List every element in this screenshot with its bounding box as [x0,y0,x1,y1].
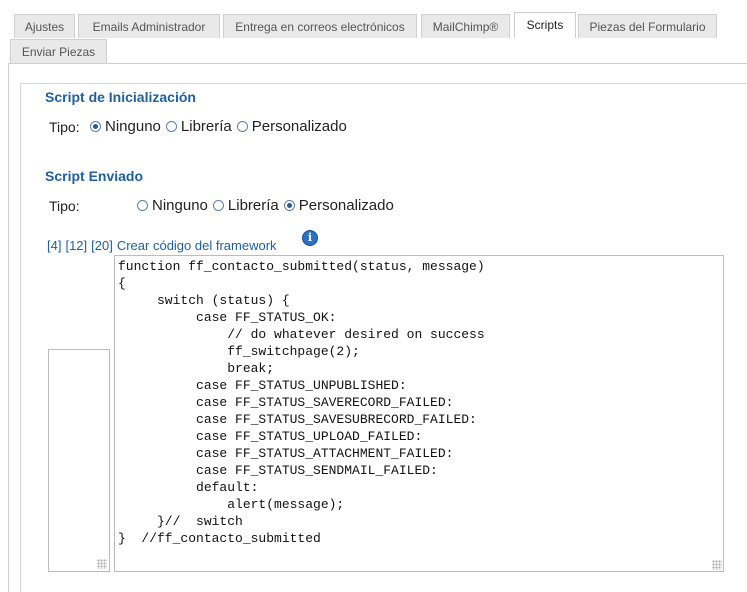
submit-radio-libreria-label[interactable]: Librería [228,197,279,214]
submit-script-title: Script Enviado [45,168,144,184]
link-20[interactable]: [20] [91,238,113,253]
tab-entrega-correos[interactable]: Entrega en correos electrónicos [223,14,417,38]
tab-mailchimp[interactable]: MailChimp® [421,14,510,38]
editor-resize-grip-icon[interactable] [712,560,722,570]
link-4[interactable]: [4] [47,238,61,253]
init-radio-personalizado[interactable] [236,121,248,132]
create-framework-code-link[interactable]: Crear código del framework [117,238,277,253]
link-12[interactable]: [12] [65,238,87,253]
submit-radio-ninguno[interactable] [137,200,148,211]
submit-radio-libreria[interactable] [212,200,224,211]
init-radio-libreria[interactable] [165,121,177,132]
framework-links: [4] [12] [20] Crear código del framework [47,238,281,253]
tab-scripts[interactable]: Scripts [514,12,576,38]
init-radio-libreria-label[interactable]: Librería [181,118,232,135]
submit-type-radio-group: Ninguno Librería Personalizado [134,197,396,214]
init-tipo-label: Tipo: [49,119,80,135]
tab-ajustes[interactable]: Ajustes [14,14,75,38]
submit-radio-personalizado[interactable] [283,200,295,211]
line-numbers-box [48,349,110,572]
init-radio-ninguno[interactable] [90,121,101,132]
resize-grip-icon[interactable] [97,559,107,569]
init-radio-ninguno-label[interactable]: Ninguno [105,118,161,135]
submit-radio-personalizado-label[interactable]: Personalizado [299,197,394,214]
submit-tipo-label: Tipo: [49,198,80,214]
init-script-title: Script de Inicialización [45,89,196,105]
tab-enviar-piezas[interactable]: Enviar Piezas [10,39,107,63]
info-icon[interactable]: i [302,230,318,246]
tab-emails-administrador[interactable]: Emails Administrador [78,14,220,38]
init-radio-personalizado-label[interactable]: Personalizado [252,118,347,135]
init-type-radio-group: Ninguno Librería Personalizado [87,118,349,135]
submit-radio-ninguno-label[interactable]: Ninguno [152,197,208,214]
tab-piezas-formulario[interactable]: Piezas del Formulario [578,14,717,38]
script-code-editor[interactable]: function ff_contacto_submitted(status, m… [114,255,724,572]
